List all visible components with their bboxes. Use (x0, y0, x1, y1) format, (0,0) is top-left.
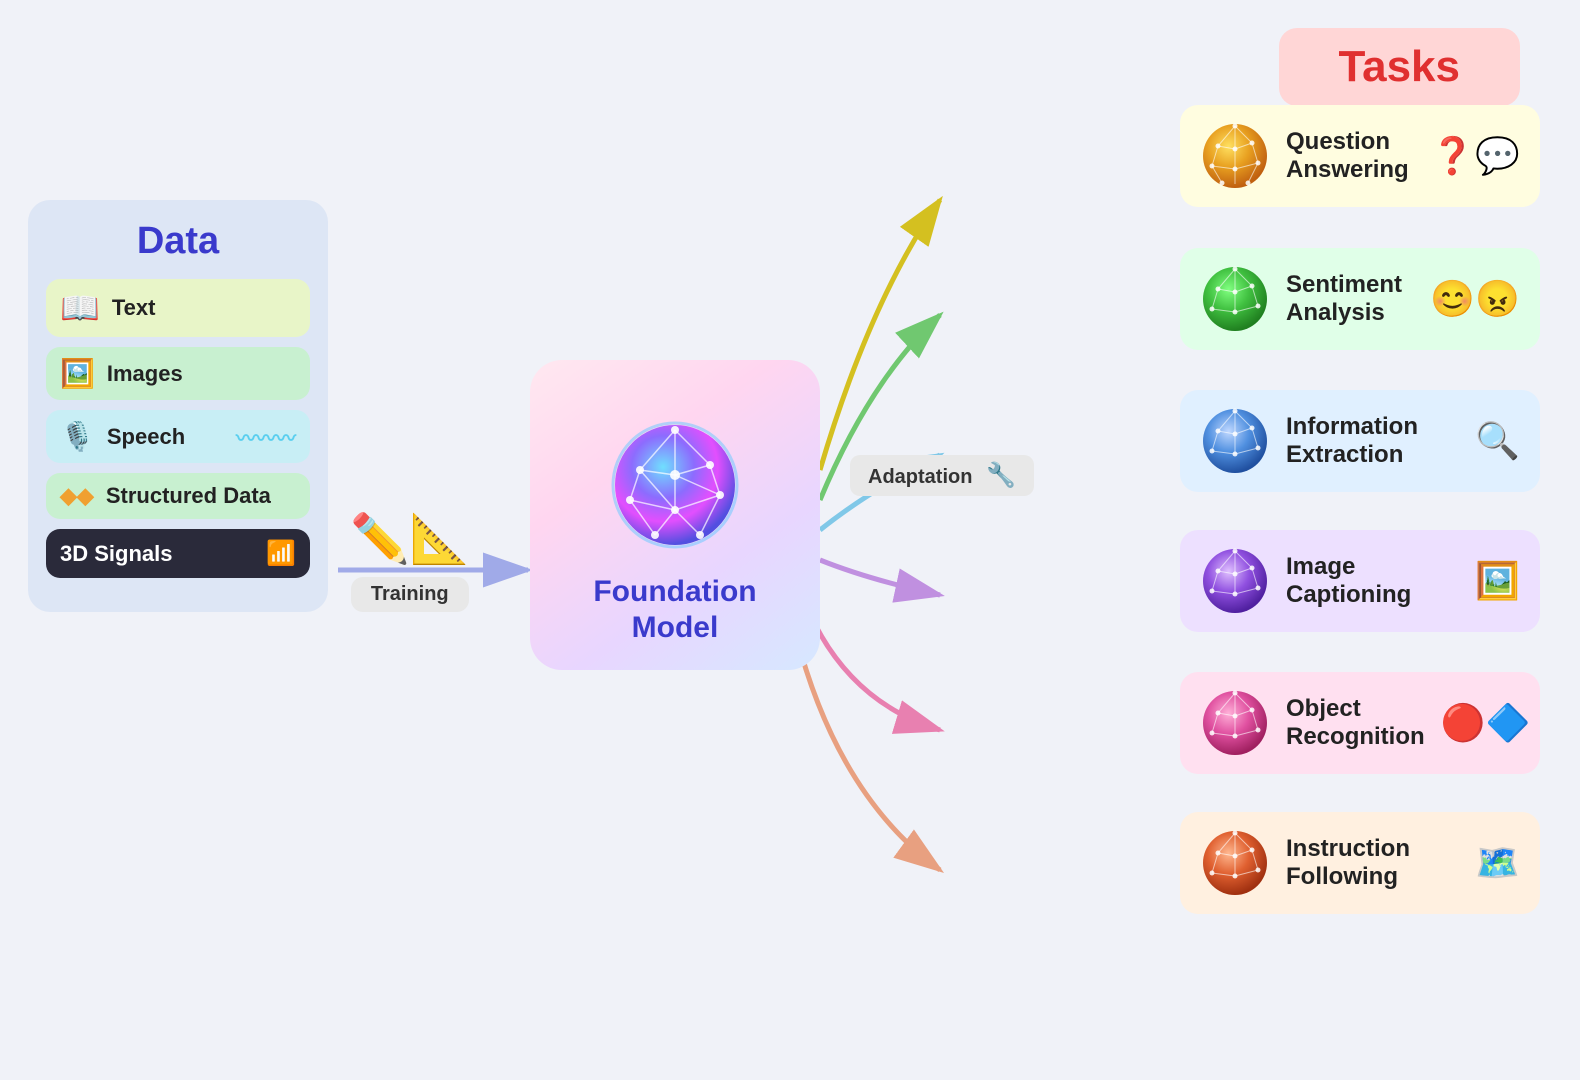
data-item-3d: 3D Signals 📶 (46, 529, 310, 578)
ie-label: InformationExtraction (1286, 413, 1459, 469)
qa-icon: ❓💬 (1430, 135, 1520, 177)
sa-globe (1200, 264, 1270, 334)
foundation-model-globe (610, 420, 740, 550)
task-card-ic: ImageCaptioning 🖼️ (1180, 530, 1540, 632)
foundation-model-box: Foundation Model (530, 360, 820, 670)
images-label: Images (107, 361, 296, 387)
data-item-text: 📖 Text (46, 279, 310, 337)
ic-icon: 🖼️ (1475, 560, 1520, 602)
if-globe (1200, 828, 1270, 898)
data-panel: Data 📖 Text 🖼️ Images 🎙️ Speech 〰〰〰 ◆◆ S… (28, 200, 328, 612)
wave-icon: 〰〰〰 (236, 422, 296, 451)
data-panel-title: Data (46, 220, 310, 263)
data-item-structured: ◆◆ Structured Data (46, 473, 310, 519)
text-label: Text (112, 295, 296, 321)
signals-label: 3D Signals (60, 541, 254, 567)
data-item-images: 🖼️ Images (46, 347, 310, 400)
ie-icon: 🔍 (1475, 420, 1520, 462)
task-card-or: ObjectRecognition 🔴🔷 (1180, 672, 1540, 774)
pencils-icon: ✏️📐 (350, 510, 470, 567)
structured-icon: ◆◆ (60, 483, 94, 509)
task-card-sa: SentimentAnalysis 😊😠 (1180, 248, 1540, 350)
qa-globe (1200, 121, 1270, 191)
task-card-ie: InformationExtraction 🔍 (1180, 390, 1540, 492)
sa-label: SentimentAnalysis (1286, 271, 1414, 327)
training-label: Training (351, 577, 469, 612)
speech-label: Speech (107, 424, 224, 450)
or-label: ObjectRecognition (1286, 695, 1425, 751)
task-card-qa: QuestionAnswering ❓💬 (1180, 105, 1540, 207)
adaptation-label: Adaptation 🔧 (850, 455, 1034, 496)
images-icon: 🖼️ (60, 357, 95, 390)
qa-label: QuestionAnswering (1286, 128, 1414, 184)
tasks-header: Tasks (1279, 28, 1521, 106)
mic-icon: 🎙️ (60, 420, 95, 453)
sa-icon: 😊😠 (1430, 278, 1520, 320)
wifi-icon: 📶 (266, 539, 296, 568)
task-card-if: InstructionFollowing 🗺️ (1180, 812, 1540, 914)
if-label: InstructionFollowing (1286, 835, 1459, 891)
wrench-icon: 🔧 (986, 462, 1016, 489)
ic-globe (1200, 546, 1270, 616)
or-icon: 🔴🔷 (1441, 702, 1531, 744)
training-section: ✏️📐 Training (350, 510, 470, 612)
structured-label: Structured Data (106, 483, 296, 509)
data-item-speech: 🎙️ Speech 〰〰〰 (46, 410, 310, 463)
ie-globe (1200, 406, 1270, 476)
foundation-model-title: Foundation Model (593, 574, 756, 646)
if-icon: 🗺️ (1475, 842, 1520, 884)
or-globe (1200, 688, 1270, 758)
book-icon: 📖 (60, 289, 100, 327)
ic-label: ImageCaptioning (1286, 553, 1459, 609)
